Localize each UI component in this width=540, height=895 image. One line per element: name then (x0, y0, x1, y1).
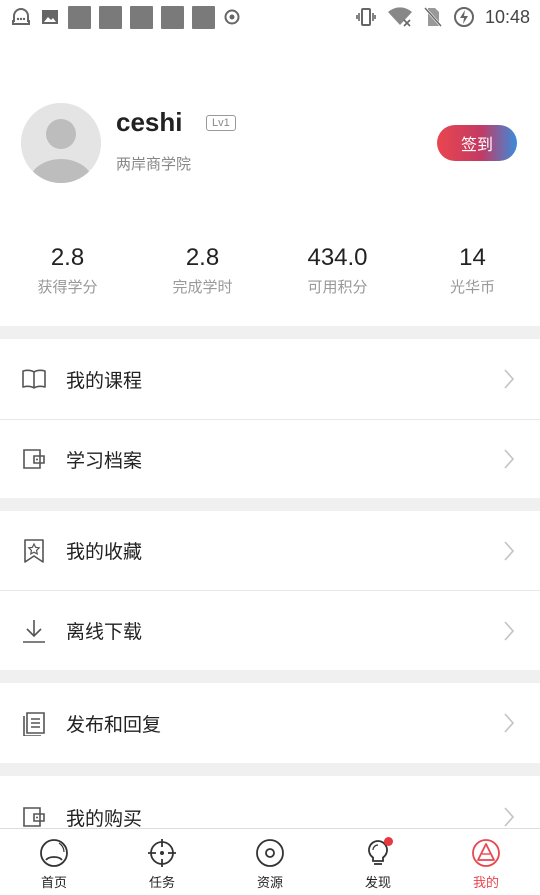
clock: 10:48 (484, 6, 530, 27)
section-divider (0, 670, 540, 683)
username: ceshi (116, 107, 183, 137)
status-app-icon (99, 5, 122, 29)
menu-label: 离线下载 (66, 621, 143, 643)
stat-value: 2.8 (50, 244, 85, 271)
nav-label: 发现 (364, 876, 391, 891)
nav-profile[interactable]: 我的 (432, 829, 540, 895)
nav-label: 资源 (256, 876, 283, 891)
stat-label: 完成学时 (172, 278, 233, 296)
stat-credits[interactable]: 2.8 获得学分 (0, 244, 135, 297)
menu-label: 学习档案 (66, 449, 143, 472)
menu-label: 发布和回复 (66, 713, 162, 736)
stat-value: 14 (459, 244, 486, 271)
section-divider (0, 326, 540, 339)
checkin-button[interactable]: 签到 (437, 125, 517, 161)
nav-home[interactable]: 首页 (0, 829, 108, 895)
chevron-right-icon (504, 369, 515, 389)
download-icon (23, 619, 45, 643)
level-badge: Lv1 (206, 115, 236, 131)
chevron-right-icon (504, 713, 515, 733)
menu-label: 我的收藏 (66, 541, 143, 563)
stat-label: 获得学分 (37, 278, 98, 296)
section-divider (0, 498, 540, 511)
menu-posts-replies[interactable]: 发布和回复 (0, 683, 540, 763)
disc-icon (256, 839, 284, 867)
chevron-right-icon (504, 540, 515, 561)
document-list-icon (23, 712, 45, 736)
home-icon (40, 839, 68, 867)
folder-icon (23, 449, 45, 469)
vibrate-icon (356, 8, 376, 26)
wifi-icon (387, 7, 412, 27)
stat-label: 可用积分 (307, 278, 368, 296)
menu-my-favorites[interactable]: 我的收藏 (0, 511, 540, 590)
notification-dot (384, 837, 393, 846)
stat-points[interactable]: 434.0 可用积分 (270, 244, 405, 297)
wallet-icon (23, 807, 45, 827)
bookmark-star-icon (24, 538, 44, 563)
target-icon (148, 839, 176, 867)
stats-row: 2.8 获得学分 2.8 完成学时 434.0 可用积分 14 光华币 (0, 244, 540, 297)
nav-label: 我的 (472, 876, 499, 891)
menu-offline-download[interactable]: 离线下载 (0, 591, 540, 670)
no-sim-icon (424, 7, 442, 27)
stat-value: 434.0 (307, 244, 368, 271)
nav-tasks[interactable]: 任务 (108, 829, 216, 895)
chevron-right-icon (504, 807, 515, 827)
nav-label: 首页 (40, 876, 67, 891)
nav-label: 任务 (148, 876, 175, 891)
status-bar: 10:48 (0, 0, 540, 34)
nav-resources[interactable]: 资源 (216, 829, 324, 895)
record-icon (224, 9, 240, 25)
stat-study-hours[interactable]: 2.8 完成学时 (135, 244, 270, 297)
bottom-nav: 首页 任务 资源 发现 我的 (0, 828, 540, 895)
section-divider (0, 763, 540, 776)
menu-label: 我的课程 (66, 369, 143, 392)
profile-icon (472, 839, 500, 867)
battery-charging-icon (453, 7, 474, 27)
menu-my-purchases[interactable]: 我的购买 (0, 776, 540, 836)
avatar[interactable] (21, 103, 101, 183)
status-app-icon (130, 5, 153, 29)
profile-header: ceshi Lv1 两岸商学院 签到 (21, 103, 521, 183)
status-app-icon (161, 5, 184, 29)
stat-label: 光华币 (449, 278, 495, 296)
menu-learning-records[interactable]: 学习档案 (0, 420, 540, 498)
status-app-icon (192, 5, 215, 29)
chevron-right-icon (504, 449, 515, 469)
book-icon (22, 369, 46, 389)
image-icon (42, 10, 58, 24)
menu-my-courses[interactable]: 我的课程 (0, 339, 540, 419)
chevron-right-icon (504, 620, 515, 641)
notification-chat-icon (12, 7, 30, 25)
stat-value: 2.8 (185, 244, 220, 271)
school-name: 两岸商学院 (116, 155, 192, 173)
nav-discover[interactable]: 发现 (324, 829, 432, 895)
status-app-icon (68, 5, 91, 29)
default-avatar-icon (21, 103, 101, 183)
stat-coins[interactable]: 14 光华币 (405, 244, 540, 297)
menu-label: 我的购买 (66, 808, 143, 830)
